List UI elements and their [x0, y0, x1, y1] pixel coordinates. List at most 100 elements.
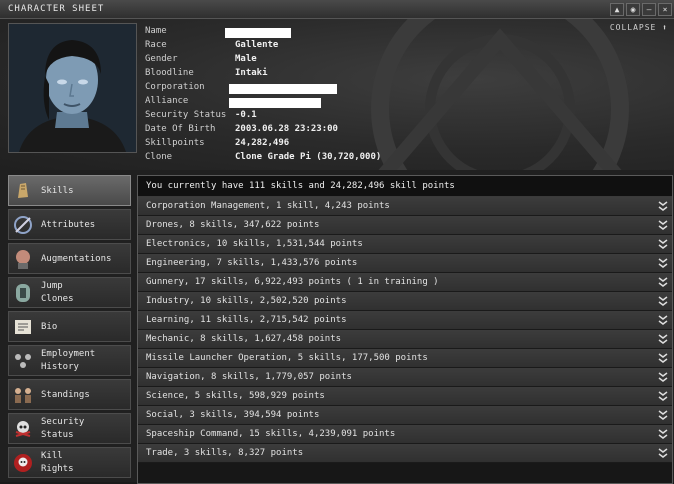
skill-group-label: Corporation Management, 1 skill, 4,243 p… — [146, 201, 390, 211]
double-chevron-down-icon[interactable] — [658, 219, 668, 231]
sidebar-item-kill-rights[interactable]: Kill Rights — [8, 447, 131, 478]
clone-label: Clone — [145, 152, 173, 162]
gender-label: Gender — [145, 54, 178, 64]
label-line-1: Security — [41, 417, 85, 427]
skill-group-row[interactable]: Engineering, 7 skills, 1,433,576 points — [138, 254, 672, 273]
skill-group-row[interactable]: Mechanic, 8 skills, 1,627,458 points — [138, 330, 672, 349]
corporation-redacted — [229, 84, 337, 94]
sidebar-item-standings[interactable]: Standings — [8, 379, 131, 410]
double-chevron-down-icon[interactable] — [658, 333, 668, 345]
close-icon[interactable]: × — [658, 3, 672, 16]
skill-group-label: Spaceship Command, 15 skills, 4,239,091 … — [146, 429, 396, 439]
portrait-image — [9, 24, 136, 152]
double-chevron-down-icon[interactable] — [658, 314, 668, 326]
sidebar-item-label: Standings — [41, 390, 90, 400]
jump-clones-icon — [16, 284, 30, 302]
sidebar-item-security-status[interactable]: Security Status — [8, 413, 131, 444]
skill-group-row[interactable]: Trade, 3 skills, 8,327 points — [138, 444, 672, 463]
double-chevron-down-icon[interactable] — [658, 428, 668, 440]
sidebar-item-bio[interactable]: Bio — [8, 311, 131, 342]
skill-group-row[interactable]: Navigation, 8 skills, 1,779,057 points — [138, 368, 672, 387]
bloodline-value: Intaki — [235, 68, 268, 78]
window-titlebar[interactable]: CHARACTER SHEET ▲ ◉ – × — [0, 0, 674, 19]
bio-icon — [15, 320, 31, 334]
skill-group-row[interactable]: Drones, 8 skills, 347,622 points — [138, 216, 672, 235]
skill-group-row[interactable]: Spaceship Command, 15 skills, 4,239,091 … — [138, 425, 672, 444]
sidebar-item-employment-history[interactable]: Employment History — [8, 345, 131, 376]
sidebar-item-augmentations[interactable]: Augmentations — [8, 243, 131, 274]
minimize-up-icon[interactable]: ▲ — [610, 3, 624, 16]
double-chevron-down-icon[interactable] — [658, 238, 668, 250]
label-line-1: Jump — [41, 281, 63, 291]
sidebar-item-skills[interactable]: Skills — [8, 175, 131, 206]
skill-group-row[interactable]: Missile Launcher Operation, 5 skills, 17… — [138, 349, 672, 368]
skill-group-label: Drones, 8 skills, 347,622 points — [146, 220, 320, 230]
skill-group-row[interactable]: Electronics, 10 skills, 1,531,544 points — [138, 235, 672, 254]
skill-group-row[interactable]: Industry, 10 skills, 2,502,520 points — [138, 292, 672, 311]
double-chevron-down-icon[interactable] — [658, 200, 668, 212]
skill-group-label: Trade, 3 skills, 8,327 points — [146, 448, 304, 458]
options-icon[interactable]: ◉ — [626, 3, 640, 16]
sidebar-item-attributes[interactable]: Attributes — [8, 209, 131, 240]
security-status-label: Security Status — [145, 110, 227, 120]
skills-summary-text: You currently have 111 skills and 24,282… — [146, 181, 455, 191]
security-status-icon — [15, 421, 31, 437]
date-of-birth-label: Date Of Birth — [145, 124, 216, 134]
skills-summary: You currently have 111 skills and 24,282… — [138, 176, 672, 197]
clone-value: Clone Grade Pi (30,720,000) — [235, 152, 382, 162]
skill-group-row[interactable]: Social, 3 skills, 394,594 points — [138, 406, 672, 425]
skill-group-label: Mechanic, 8 skills, 1,627,458 points — [146, 334, 342, 344]
character-sheet-window: CHARACTER SHEET ▲ ◉ – × Name Race Gallen… — [0, 0, 674, 484]
label-line-2: Clones — [41, 294, 74, 304]
sidebar-item-label: Jump Clones — [41, 280, 74, 306]
sidebar: Skills Attributes Augmentations Jump Clo… — [8, 175, 131, 481]
skill-group-row[interactable]: Science, 5 skills, 598,929 points — [138, 387, 672, 406]
attributes-icon — [14, 216, 32, 234]
sidebar-item-label: Augmentations — [41, 254, 112, 264]
double-chevron-down-icon[interactable] — [658, 352, 668, 364]
employment-history-icon — [15, 354, 31, 368]
alliance-redacted — [229, 98, 321, 108]
name-label: Name — [145, 26, 167, 36]
window-buttons: ▲ ◉ – × — [610, 3, 672, 16]
standings-icon — [15, 388, 31, 403]
double-chevron-down-icon[interactable] — [658, 295, 668, 307]
double-chevron-down-icon[interactable] — [658, 371, 668, 383]
race-value: Gallente — [235, 40, 279, 50]
gender-value: Male — [235, 54, 257, 64]
race-label: Race — [145, 40, 167, 50]
skill-group-label: Engineering, 7 skills, 1,433,576 points — [146, 258, 358, 268]
skill-group-label: Social, 3 skills, 394,594 points — [146, 410, 320, 420]
skill-group-label: Industry, 10 skills, 2,502,520 points — [146, 296, 347, 306]
skillpoints-label: Skillpoints — [145, 138, 205, 148]
collapse-label: COLLAPSE — [609, 23, 657, 32]
collapse-button[interactable]: COLLAPSE ⬆ — [610, 23, 668, 32]
sidebar-item-label: Kill Rights — [41, 450, 74, 476]
skillpoints-value: 24,282,496 — [235, 138, 290, 148]
kill-rights-icon — [14, 454, 32, 472]
character-header: Name Race Gallente Gender Male Bloodline… — [0, 19, 674, 170]
sidebar-item-jump-clones[interactable]: Jump Clones — [8, 277, 131, 308]
label-line-2: Status — [41, 430, 74, 440]
sidebar-item-label: Bio — [41, 322, 58, 332]
double-chevron-down-icon[interactable] — [658, 409, 668, 421]
skill-group-row[interactable]: Learning, 11 skills, 2,715,542 points — [138, 311, 672, 330]
double-chevron-down-icon[interactable] — [658, 390, 668, 402]
bloodline-label: Bloodline — [145, 68, 194, 78]
sidebar-item-label: Attributes — [41, 220, 96, 230]
character-portrait[interactable] — [8, 23, 137, 153]
skill-group-label: Gunnery, 17 skills, 6,922,493 points ( 1… — [146, 277, 439, 287]
background-decoration — [371, 19, 629, 170]
security-status-value: -0.1 — [235, 110, 257, 120]
skill-group-row[interactable]: Gunnery, 17 skills, 6,922,493 points ( 1… — [138, 273, 672, 292]
alliance-label: Alliance — [145, 96, 189, 106]
skill-group-row[interactable]: Corporation Management, 1 skill, 4,243 p… — [138, 197, 672, 216]
double-chevron-down-icon[interactable] — [658, 447, 668, 459]
skill-group-label: Missile Launcher Operation, 5 skills, 17… — [146, 353, 428, 363]
skills-icon — [18, 183, 28, 198]
double-chevron-down-icon[interactable] — [658, 257, 668, 269]
double-chevron-down-icon[interactable] — [658, 276, 668, 288]
chevron-up-icon: ⬆ — [662, 23, 668, 32]
minimize-icon[interactable]: – — [642, 3, 656, 16]
skill-group-label: Learning, 11 skills, 2,715,542 points — [146, 315, 347, 325]
